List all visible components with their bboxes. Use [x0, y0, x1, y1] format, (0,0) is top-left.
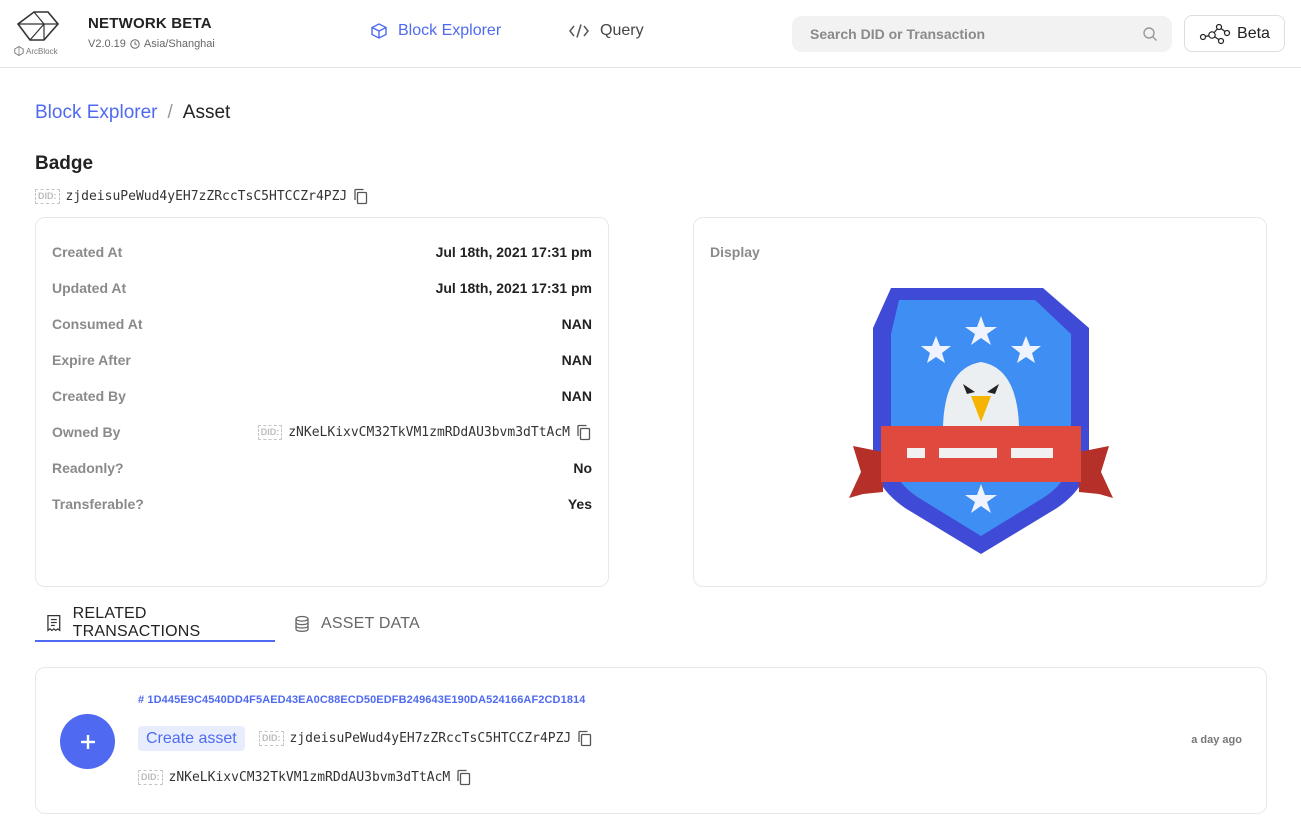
version-label: V2.0.19	[88, 38, 126, 50]
search-input[interactable]	[792, 16, 1132, 52]
top-header: ArcBlock NETWORK BETA V2.0.19 Asia/Shang…	[0, 0, 1301, 68]
tab-related-transactions[interactable]: RELATED TRANSACTIONS	[35, 605, 275, 642]
nav-block-explorer[interactable]: Block Explorer	[370, 22, 501, 40]
network-title: NETWORK BETA	[88, 15, 212, 32]
breadcrumb: Block Explorer / Asset	[35, 102, 230, 124]
info-label: Consumed At	[52, 316, 143, 332]
copy-icon[interactable]	[577, 730, 593, 747]
receipt-icon	[47, 614, 61, 632]
info-label: Expire After	[52, 352, 131, 368]
info-row-updated-at: Updated At Jul 18th, 2021 17:31 pm	[52, 278, 592, 298]
tx-asset-did[interactable]: zjdeisuPeWud4yEH7zZRccTsC5HTCCZr4PZJ	[290, 731, 572, 746]
info-row-transferable: Transferable? Yes	[52, 494, 592, 514]
info-label: Readonly?	[52, 460, 124, 476]
tab-label: RELATED TRANSACTIONS	[72, 605, 201, 640]
did-label: DID:	[259, 731, 284, 746]
info-row-consumed-at: Consumed At NAN	[52, 314, 592, 334]
info-label: Created By	[52, 388, 126, 404]
did-label: DID:	[35, 189, 60, 204]
breadcrumb-current: Asset	[182, 102, 231, 123]
nav-query[interactable]: Query	[568, 22, 644, 40]
asset-did: zjdeisuPeWud4yEH7zZRccTsC5HTCCZr4PZJ	[65, 189, 348, 204]
info-value: Jul 18th, 2021 17:31 pm	[435, 244, 592, 260]
arcblock-logo[interactable]: ArcBlock	[14, 10, 66, 60]
copy-icon[interactable]	[456, 769, 472, 786]
info-label: Owned By	[52, 424, 121, 440]
beta-label: Beta	[1237, 24, 1270, 42]
timezone-label: Asia/Shanghai	[143, 38, 215, 50]
transaction-time: a day ago	[1191, 734, 1242, 746]
asset-title: Badge	[35, 153, 94, 174]
nav-query-label: Query	[600, 22, 644, 39]
tx-asset-did-row: DID: zjdeisuPeWud4yEH7zZRccTsC5HTCCZr4PZ…	[259, 730, 593, 747]
brand-name: ArcBlock	[26, 46, 58, 56]
info-row-created-at: Created At Jul 18th, 2021 17:31 pm	[52, 242, 592, 262]
info-value: Yes	[567, 496, 592, 512]
tab-label: ASSET DATA	[321, 615, 420, 632]
did-label: DID:	[138, 770, 163, 785]
asset-display-card: Display	[693, 217, 1267, 587]
plus-icon	[80, 734, 95, 749]
transaction-item: # 1D445E9C4540DD4F5AED43EA0C88ECD50EDFB2…	[35, 667, 1267, 814]
version-info: V2.0.19 Asia/Shanghai	[88, 38, 215, 50]
code-icon	[569, 24, 589, 38]
arcblock-mark-icon	[14, 46, 24, 56]
info-value: Jul 18th, 2021 17:31 pm	[435, 280, 592, 296]
display-label: Display	[710, 244, 760, 260]
cube-logo-icon	[16, 11, 60, 41]
breadcrumb-separator: /	[167, 102, 173, 123]
info-row-created-by: Created By NAN	[52, 386, 592, 406]
copy-icon[interactable]	[353, 188, 369, 205]
transaction-hash-link[interactable]: # 1D445E9C4540DD4F5AED43EA0C88ECD50EDFB2…	[138, 694, 585, 706]
network-nodes-icon	[1199, 23, 1231, 44]
tx-owner-did-row: DID: zNKeLKixvCM32TkVM1zmRDdAU3bvm3dTtAc…	[138, 769, 472, 786]
transaction-type-badge: Create asset	[138, 726, 245, 751]
copy-icon[interactable]	[576, 424, 592, 441]
did-label: DID:	[257, 424, 283, 440]
info-value: NAN	[561, 388, 592, 404]
breadcrumb-block-explorer[interactable]: Block Explorer	[35, 102, 158, 124]
info-row-owned-by: Owned By DID: zNKeLKixvCM32TkVM1zmRDdAU3…	[52, 422, 592, 442]
eagle-badge-image	[849, 288, 1113, 554]
asset-info-card: Created At Jul 18th, 2021 17:31 pm Updat…	[35, 217, 609, 587]
info-label: Transferable?	[52, 496, 144, 512]
owner-did-row: DID: zNKeLKixvCM32TkVM1zmRDdAU3bvm3dTtAc…	[257, 424, 592, 441]
create-asset-icon	[60, 714, 115, 769]
owner-did[interactable]: zNKeLKixvCM32TkVM1zmRDdAU3bvm3dTtAcM	[288, 425, 570, 440]
info-value: NAN	[561, 352, 592, 368]
info-value: NAN	[561, 316, 592, 332]
tab-asset-data[interactable]: ASSET DATA	[293, 606, 420, 642]
info-row-expire-after: Expire After NAN	[52, 350, 592, 370]
database-icon	[295, 615, 309, 632]
beta-button[interactable]: Beta	[1184, 15, 1285, 52]
tx-owner-did[interactable]: zNKeLKixvCM32TkVM1zmRDdAU3bvm3dTtAcM	[169, 770, 451, 785]
info-label: Created At	[52, 244, 123, 260]
info-row-readonly: Readonly? No	[52, 458, 592, 478]
info-value: No	[573, 460, 592, 476]
search-box	[792, 16, 1172, 52]
info-label: Updated At	[52, 280, 127, 296]
search-icon[interactable]	[1142, 26, 1158, 42]
nav-block-explorer-label: Block Explorer	[398, 22, 502, 39]
clock-icon	[130, 39, 140, 49]
asset-did-row: DID: zjdeisuPeWud4yEH7zZRccTsC5HTCCZr4PZ…	[35, 188, 369, 205]
cube-icon	[371, 23, 387, 39]
